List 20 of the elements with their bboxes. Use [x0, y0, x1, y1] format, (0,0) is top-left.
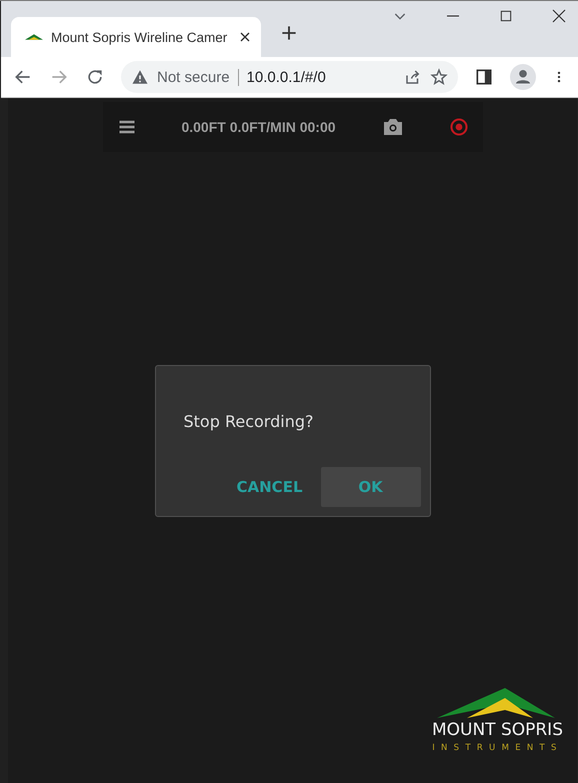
browser-tab[interactable]: Mount Sopris Wireline Camer — [11, 17, 261, 57]
tab-title: Mount Sopris Wireline Camer — [51, 30, 228, 44]
security-label: Not secure — [157, 68, 230, 86]
logo-name: MOUNT SOPRIS — [432, 720, 563, 740]
logo-tagline: INSTRUMENTS — [432, 743, 563, 753]
address-bar[interactable]: Not secure 10.0.0.1/#/0 — [121, 61, 458, 93]
mountain-icon — [25, 34, 43, 40]
profile-icon[interactable] — [510, 64, 536, 90]
side-panel-icon[interactable] — [474, 67, 494, 87]
dialog-button[interactable]: CANCEL — [226, 467, 312, 507]
close-icon[interactable] — [550, 7, 568, 25]
warning-icon — [131, 68, 149, 86]
dialog-message: Stop Recording? — [184, 412, 314, 431]
record-icon[interactable] — [448, 117, 468, 137]
maximize-icon[interactable] — [498, 8, 514, 24]
url-text: 10.0.0.1/#/0 — [238, 68, 396, 86]
mountain-logo-icon — [437, 688, 558, 718]
share-icon[interactable] — [404, 68, 422, 86]
depth-status: 0.00FT 0.0FT/MIN 00:00 — [180, 119, 337, 135]
star-icon[interactable] — [430, 68, 448, 86]
